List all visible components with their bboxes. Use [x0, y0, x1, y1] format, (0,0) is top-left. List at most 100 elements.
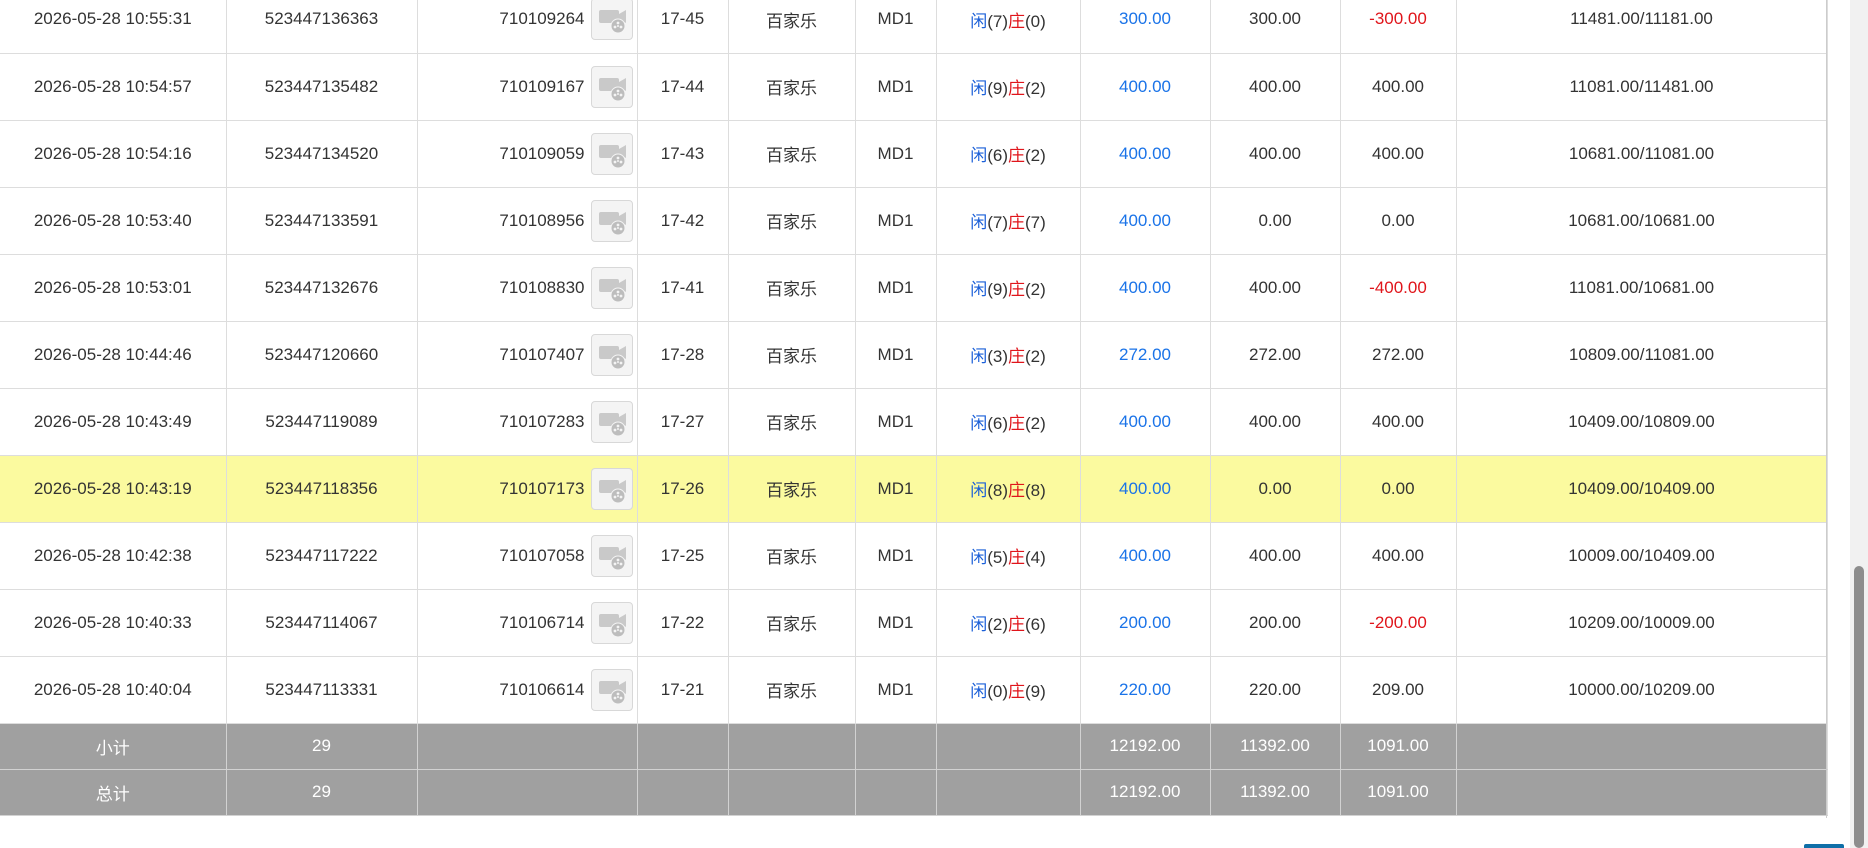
- video-reel-icon[interactable]: [590, 333, 633, 376]
- table-cell: MD1: [855, 455, 937, 523]
- table-row[interactable]: 2026-05-28 10:53:40 523447133591 710108956…: [0, 187, 1828, 255]
- game-type-cell: 百家乐: [728, 187, 856, 255]
- table-cell: MD1: [855, 187, 937, 255]
- game-id-group: 710108956: [499, 199, 633, 242]
- game-id-group: 710107283: [499, 400, 633, 443]
- valid-bet-cell: 0.00: [1210, 187, 1341, 255]
- round-cell: 17-26: [637, 455, 729, 523]
- video-reel-icon[interactable]: [590, 0, 633, 41]
- table-row[interactable]: 2026-05-28 10:43:19 523447118356 710107173…: [0, 455, 1828, 523]
- order-number-cell: 523447120660: [226, 321, 418, 389]
- valid-bet-cell: 200.00: [1210, 589, 1341, 657]
- banker-label: 庄: [1008, 682, 1025, 701]
- video-reel-icon[interactable]: [590, 65, 633, 108]
- vertical-scrollbar[interactable]: [1850, 0, 1868, 848]
- summary-label: 小计: [0, 723, 227, 770]
- summary-count: 29: [226, 769, 418, 816]
- banker-score: (2): [1025, 79, 1046, 98]
- game-type-cell: 百家乐: [728, 53, 856, 121]
- table-row[interactable]: 2026-05-28 10:40:33 523447114067 710106714…: [0, 589, 1828, 657]
- video-reel-icon[interactable]: [590, 601, 633, 644]
- table-row[interactable]: 2026-05-28 10:54:16 523447134520 710109059…: [0, 120, 1828, 188]
- summary-empty-cell: [1456, 769, 1828, 816]
- banker-score: (8): [1025, 481, 1046, 500]
- win-loss-cell: -200.00: [1340, 589, 1457, 657]
- video-reel-icon[interactable]: [590, 400, 633, 443]
- player-score: (7): [987, 11, 1008, 31]
- game-id-group: 710106614: [499, 668, 633, 711]
- valid-bet-cell: 220.00: [1210, 656, 1341, 724]
- video-reel-icon[interactable]: [590, 467, 633, 510]
- game-id-text: 710107407: [499, 344, 585, 364]
- bet-amount-cell: 400.00: [1080, 254, 1211, 322]
- banker-score: (0): [1025, 11, 1046, 31]
- round-cell: 17-25: [637, 522, 729, 590]
- game-type-cell: 百家乐: [728, 254, 856, 322]
- player-label: 闲: [970, 280, 988, 299]
- table-row[interactable]: 2026-05-28 10:43:49 523447119089 710107283…: [0, 388, 1828, 456]
- table-cell: MD1: [855, 254, 937, 322]
- table-row[interactable]: 2026-05-28 10:42:38 523447117222 710107058…: [0, 522, 1828, 590]
- win-loss-cell: 209.00: [1340, 656, 1457, 724]
- scrollbar-thumb[interactable]: [1854, 566, 1864, 848]
- table-row[interactable]: 2026-05-28 10:54:57 523447135482 710109167…: [0, 53, 1828, 121]
- valid-bet-cell: 0.00: [1210, 455, 1341, 523]
- pagination-edge[interactable]: [1804, 844, 1844, 848]
- bet-amount-cell: 400.00: [1080, 53, 1211, 121]
- player-label: 闲: [970, 11, 988, 31]
- game-id-text: 710107283: [499, 411, 585, 431]
- banker-score: (4): [1025, 548, 1046, 567]
- total-row: 总计 29 12192.00 11392.00 1091.00: [0, 769, 1828, 816]
- table-cell: MD1: [855, 589, 937, 657]
- video-reel-icon[interactable]: [590, 266, 633, 309]
- game-id-group: 710106714: [499, 601, 633, 644]
- bet-amount-cell: 400.00: [1080, 120, 1211, 188]
- result-cell: 闲(7)庄(0): [936, 0, 1081, 54]
- round-cell: 17-21: [637, 656, 729, 724]
- round-cell: 17-42: [637, 187, 729, 255]
- banker-label: 庄: [1008, 481, 1025, 500]
- table-row[interactable]: 2026-05-28 10:55:31 523447136363 710109264…: [0, 0, 1828, 54]
- video-reel-icon[interactable]: [590, 668, 633, 711]
- table-row[interactable]: 2026-05-28 10:44:46 523447120660 710107407…: [0, 321, 1828, 389]
- player-score: (6): [987, 414, 1008, 433]
- result-cell: 闲(9)庄(2): [936, 53, 1081, 121]
- video-reel-icon[interactable]: [590, 132, 633, 175]
- game-id-group: 710109167: [499, 65, 633, 108]
- balance-cell: 11481.00/11181.00: [1456, 0, 1828, 54]
- balance-cell: 10409.00/10409.00: [1456, 455, 1828, 523]
- round-cell: 17-45: [637, 0, 729, 54]
- video-reel-icon[interactable]: [590, 199, 633, 242]
- game-id-group: 710107173: [499, 467, 633, 510]
- table-cell: MD1: [855, 0, 937, 54]
- banker-label: 庄: [1008, 280, 1025, 299]
- banker-label: 庄: [1008, 615, 1025, 634]
- order-number-cell: 523447119089: [226, 388, 418, 456]
- player-score: (0): [987, 682, 1008, 701]
- bet-time-cell: 2026-05-28 10:55:31: [0, 0, 227, 54]
- bet-time-cell: 2026-05-28 10:43:49: [0, 388, 227, 456]
- balance-cell: 10681.00/11081.00: [1456, 120, 1828, 188]
- subtotal-row: 小计 29 12192.00 11392.00 1091.00: [0, 723, 1828, 770]
- player-label: 闲: [970, 347, 988, 366]
- table-row[interactable]: 2026-05-28 10:40:04 523447113331 710106614…: [0, 656, 1828, 724]
- game-type-cell: 百家乐: [728, 522, 856, 590]
- bet-amount-cell: 400.00: [1080, 455, 1211, 523]
- win-loss-cell: -300.00: [1340, 0, 1457, 54]
- banker-score: (2): [1025, 347, 1046, 366]
- records-body: 2026-05-28 10:55:31 523447136363 710109264…: [0, 0, 1828, 816]
- order-number-cell: 523447133591: [226, 187, 418, 255]
- bet-time-cell: 2026-05-28 10:54:57: [0, 53, 227, 121]
- player-label: 闲: [970, 414, 988, 433]
- banker-score: (7): [1025, 213, 1046, 232]
- valid-bet-cell: 272.00: [1210, 321, 1341, 389]
- round-cell: 17-22: [637, 589, 729, 657]
- video-reel-icon[interactable]: [590, 534, 633, 577]
- player-label: 闲: [970, 548, 988, 567]
- table-row[interactable]: 2026-05-28 10:53:01 523447132676 710108830…: [0, 254, 1828, 322]
- player-label: 闲: [970, 615, 988, 634]
- game-id-text: 710106614: [499, 679, 585, 699]
- player-label: 闲: [970, 682, 988, 701]
- summary-bet: 12192.00: [1080, 723, 1211, 770]
- player-score: (9): [987, 280, 1008, 299]
